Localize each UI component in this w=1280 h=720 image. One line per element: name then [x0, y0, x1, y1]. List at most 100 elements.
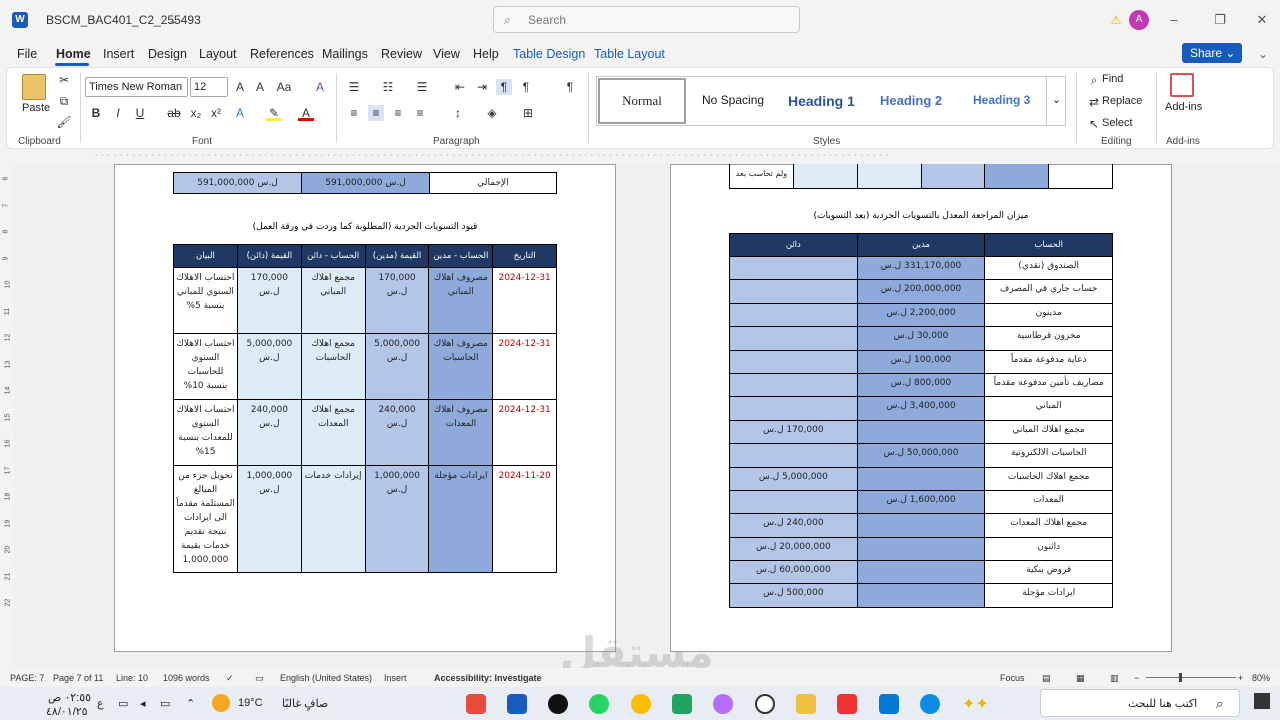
tab-design[interactable]: Design	[148, 47, 187, 61]
paste-label[interactable]: Paste	[22, 102, 50, 114]
align-left-icon[interactable]: ≡	[346, 105, 362, 121]
ltr-direction-icon[interactable]: ¶	[518, 79, 534, 95]
text-effects-icon[interactable]: A	[232, 105, 248, 121]
status-line[interactable]: Line: 10	[116, 673, 148, 683]
clear-formatting-icon[interactable]: A	[312, 79, 328, 95]
font-name-select[interactable]: Times New Roman	[85, 77, 188, 97]
weather-temp[interactable]: 19°C	[238, 697, 263, 709]
replace-icon[interactable]: ⇄	[1086, 94, 1102, 110]
app-icon-office[interactable]	[837, 694, 857, 714]
weather-icon[interactable]	[212, 694, 230, 712]
app-icon-edge[interactable]	[920, 694, 940, 714]
format-painter-icon[interactable]: 🖌	[56, 114, 72, 130]
font-size-select[interactable]: 12	[190, 77, 228, 97]
chevron-down-icon[interactable]: ⌄	[165, 12, 181, 28]
status-language[interactable]: English (United States)	[280, 673, 372, 683]
style-heading-1[interactable]: Heading 1	[788, 93, 855, 109]
justify-icon[interactable]: ≡	[412, 105, 428, 121]
app-icon-threads[interactable]	[548, 694, 568, 714]
taskbar-date[interactable]: ٤٨/٠١/٢٥	[46, 705, 88, 718]
multilevel-list-icon[interactable]: ☰	[414, 79, 430, 95]
tab-view[interactable]: View	[433, 47, 460, 61]
grow-font-icon[interactable]: A	[232, 79, 248, 95]
paste-icon[interactable]	[22, 74, 46, 100]
status-page[interactable]: PAGE: 7	[10, 673, 44, 683]
tab-layout[interactable]: Layout	[199, 47, 237, 61]
horizontal-ruler[interactable]: · · · · · · · · · · · · · · · · · · · · …	[95, 152, 1275, 164]
font-color-icon[interactable]: A	[298, 105, 314, 121]
app-icon-drive[interactable]	[672, 694, 692, 714]
zoom-slider-thumb[interactable]	[1179, 673, 1182, 682]
app-icon-clock[interactable]	[755, 694, 775, 714]
copy-icon[interactable]: ⧉	[56, 93, 72, 109]
cut-icon[interactable]: ✂	[56, 72, 72, 88]
close-button[interactable]: ✕	[1252, 10, 1272, 30]
tab-file[interactable]: File	[17, 47, 37, 61]
shading-icon[interactable]: ◈	[484, 105, 500, 121]
zoom-out-button[interactable]: −	[1134, 673, 1139, 683]
print-layout-icon[interactable]: ▦	[1076, 673, 1085, 684]
status-words[interactable]: 1096 words	[163, 673, 210, 683]
tab-mailings[interactable]: Mailings	[322, 47, 368, 61]
align-right-icon[interactable]: ≡	[390, 105, 406, 121]
ribbon-options-icon[interactable]: ⌄	[1255, 46, 1271, 62]
status-zoom[interactable]: 80%	[1252, 673, 1270, 683]
app-icon-chrome[interactable]	[631, 694, 651, 714]
avatar[interactable]: A	[1129, 10, 1149, 30]
line-spacing-icon[interactable]: ↕	[450, 105, 466, 121]
decrease-indent-icon[interactable]: ⇤	[452, 79, 468, 95]
app-icon-explorer[interactable]	[796, 694, 816, 714]
select-icon[interactable]: ↖	[1086, 116, 1102, 132]
tab-review[interactable]: Review	[381, 47, 422, 61]
tab-table-layout[interactable]: Table Layout	[594, 47, 665, 61]
add-ins-button[interactable]: Add-ins	[1165, 101, 1202, 113]
borders-icon[interactable]: ⊞	[520, 105, 536, 121]
bullets-icon[interactable]: ☰	[346, 79, 362, 95]
app-icon-paint[interactable]	[466, 694, 486, 714]
strikethrough-button[interactable]: ab	[166, 105, 182, 121]
status-focus[interactable]: Focus	[1000, 673, 1025, 683]
find-button[interactable]: Find	[1102, 73, 1123, 85]
rtl-direction-icon[interactable]: ¶	[496, 79, 512, 95]
increase-indent-icon[interactable]: ⇥	[474, 79, 490, 95]
replace-button[interactable]: Replace	[1102, 95, 1142, 107]
show-marks-icon[interactable]: ¶	[562, 79, 578, 95]
web-layout-icon[interactable]: ▥	[1110, 673, 1119, 684]
proofing-icon[interactable]: ✓	[226, 673, 234, 684]
add-ins-icon[interactable]	[1170, 73, 1194, 97]
shrink-font-icon[interactable]: A	[252, 79, 268, 95]
warning-icon[interactable]: ⚠	[1108, 12, 1124, 28]
share-button[interactable]: Share ⌄	[1182, 43, 1242, 63]
status-accessibility[interactable]: Accessibility: Investigate	[434, 673, 542, 683]
zoom-in-button[interactable]: +	[1238, 673, 1243, 683]
app-icon-store[interactable]	[879, 694, 899, 714]
tab-help[interactable]: Help	[473, 47, 499, 61]
tab-table-design[interactable]: Table Design	[513, 47, 585, 61]
align-center-icon[interactable]: ≡	[368, 105, 384, 121]
style-heading-2[interactable]: Heading 2	[880, 93, 942, 108]
zoom-slider[interactable]	[1146, 677, 1236, 678]
superscript-button[interactable]: x²	[208, 105, 224, 121]
style-heading-3[interactable]: Heading 3	[973, 93, 1030, 107]
read-mode-icon[interactable]: ▤	[1042, 673, 1051, 684]
bold-button[interactable]: B	[88, 105, 104, 121]
vertical-ruler[interactable]: 6 7 8 9 10 11 12 13 14 15 16 17 18 19 20 21 22	[0, 165, 14, 665]
taskbar-time[interactable]: ٠٢:٥٥ ص	[48, 691, 91, 704]
status-page-of[interactable]: Page 7 of 11	[53, 673, 103, 683]
change-case-icon[interactable]: Aa	[276, 79, 292, 95]
italic-button[interactable]: I	[110, 105, 126, 121]
weather-desc[interactable]: صافٍ غالبًا	[282, 697, 328, 710]
underline-button[interactable]: U	[132, 105, 148, 121]
highlight-icon[interactable]: ✎	[266, 105, 282, 121]
network-icon[interactable]: ▭	[118, 697, 128, 710]
show-hidden-icons[interactable]: ⌃	[186, 697, 195, 710]
find-icon[interactable]: ⌕	[1086, 72, 1102, 88]
taskbar-lang[interactable]: ع	[97, 697, 104, 710]
app-icon-whatsapp[interactable]	[589, 694, 609, 714]
styles-more-button[interactable]: ⌄	[1046, 76, 1066, 126]
search-box[interactable]: ⌕ Search	[493, 6, 800, 33]
start-button[interactable]	[1254, 693, 1270, 709]
app-icon-word[interactable]	[507, 694, 527, 714]
restore-button[interactable]: ❐	[1210, 10, 1230, 30]
copilot-sparkle-icon[interactable]: ✦✦	[962, 694, 989, 714]
